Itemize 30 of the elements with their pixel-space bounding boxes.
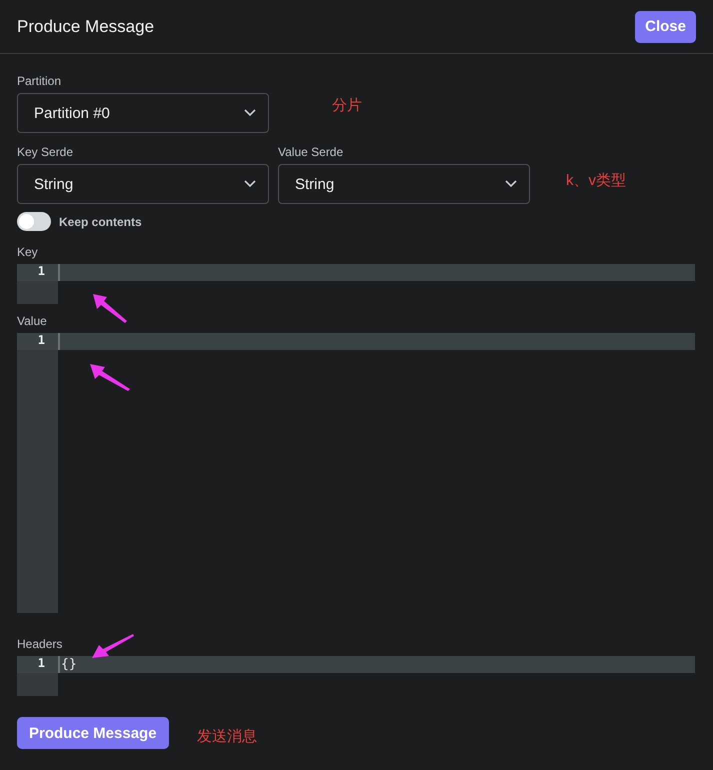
chevron-down-icon bbox=[244, 109, 256, 117]
produce-message-button[interactable]: Produce Message bbox=[17, 717, 169, 749]
key-serde-select[interactable]: String bbox=[17, 164, 269, 204]
close-button[interactable]: Close bbox=[635, 10, 696, 42]
line-number: 1 bbox=[17, 656, 58, 673]
value-serde-select[interactable]: String bbox=[278, 164, 530, 204]
code-editor[interactable]: 1 bbox=[17, 333, 695, 613]
code-text: {} bbox=[61, 656, 77, 673]
line-number: 1 bbox=[17, 333, 58, 350]
arrow-icon bbox=[92, 634, 134, 658]
toggle-switch[interactable] bbox=[17, 212, 51, 231]
dialog-title: Produce Message bbox=[17, 16, 154, 36]
field-label: Partition bbox=[17, 74, 62, 88]
field-label: Key Serde bbox=[17, 145, 74, 159]
annotation-text: 分片 bbox=[332, 96, 362, 115]
chevron-down-icon bbox=[244, 180, 256, 188]
field-label: Key bbox=[17, 245, 38, 259]
chevron-down-icon bbox=[505, 180, 517, 188]
field-label: Headers bbox=[17, 637, 62, 651]
field-label: Value Serde bbox=[278, 145, 344, 159]
arrow-icon bbox=[93, 294, 127, 323]
toggle-label: Keep contents bbox=[59, 214, 142, 228]
line-number: 1 bbox=[17, 264, 58, 281]
code-editor[interactable]: 1 bbox=[17, 264, 695, 304]
code-editor[interactable]: 1 {} bbox=[17, 656, 695, 696]
field-label: Value bbox=[17, 314, 47, 328]
annotation-text: k、v类型 bbox=[566, 171, 626, 190]
partition-select[interactable]: Partition #0 bbox=[17, 93, 269, 133]
annotation-text: 发送消息 bbox=[197, 727, 257, 746]
arrow-icon bbox=[90, 364, 130, 391]
